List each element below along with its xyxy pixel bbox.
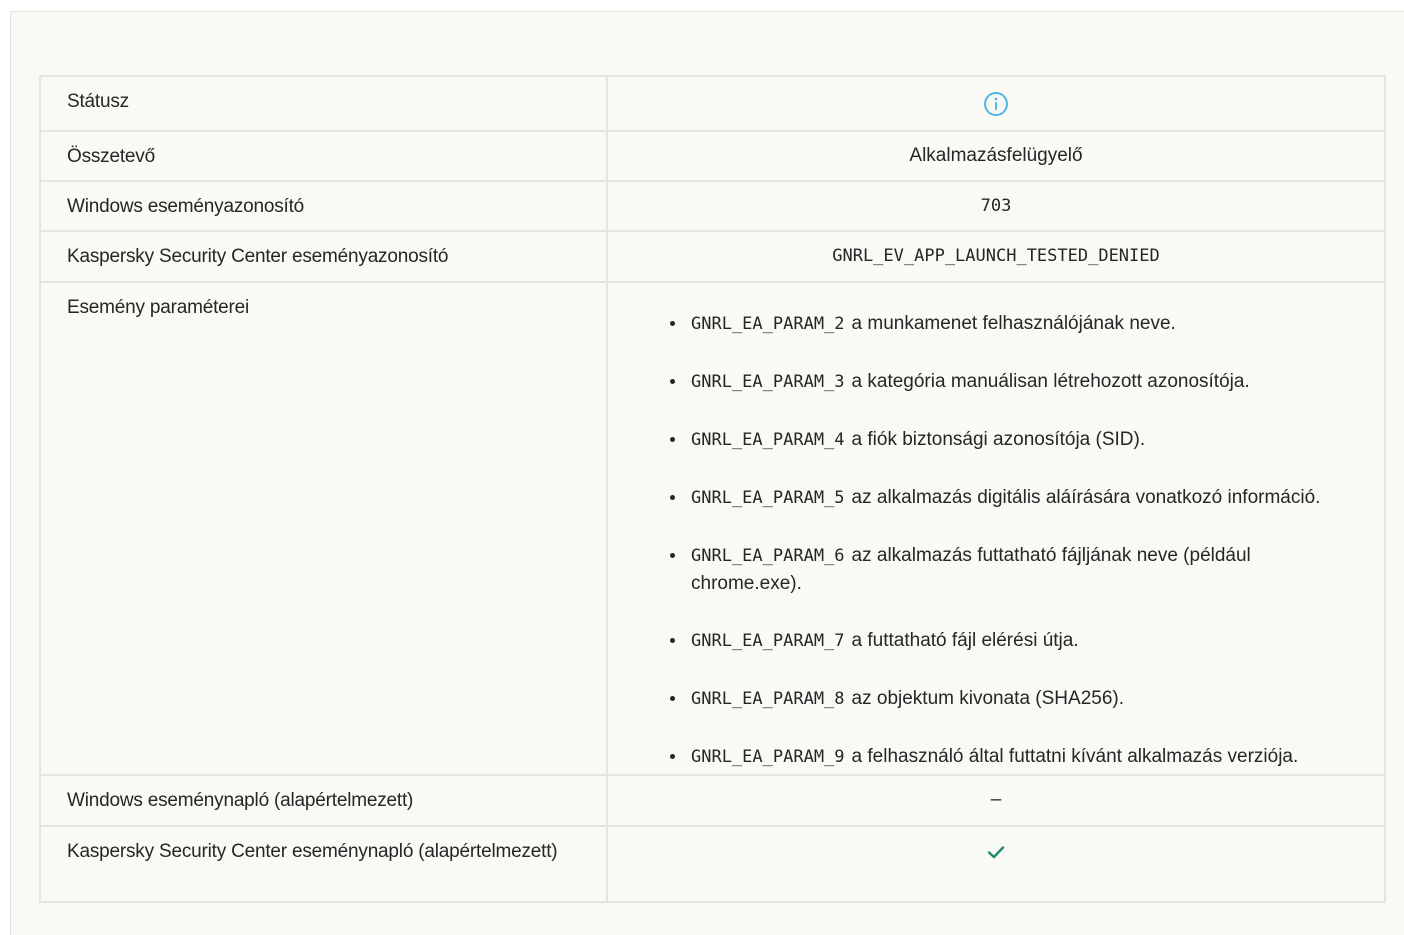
list-item: GNRL_EA_PARAM_4 a fiók biztonsági azonosí… <box>665 426 1364 454</box>
param-list: GNRL_EA_PARAM_2 a munkamenet felhasználój… <box>628 295 1364 771</box>
bullet-icon <box>670 437 675 442</box>
row-label-status: Státusz <box>39 75 608 132</box>
param-text: az objektum kivonata (SHA256). <box>851 688 1124 709</box>
param-code: GNRL_EA_PARAM_3 <box>691 372 845 392</box>
table-row-status: Státusz <box>39 75 1386 132</box>
list-item: GNRL_EA_PARAM_8 az objektum kivonata (SHA… <box>665 685 1364 713</box>
param-text: a munkamenet felhasználójának neve. <box>851 313 1176 334</box>
row-label-event-params: Esemény paraméterei <box>39 281 608 776</box>
table-row-windows-log: Windows eseménynapló (alapértelmezett) – <box>39 774 1386 827</box>
row-value-ksc-log <box>606 825 1386 903</box>
param-text: a kategória manuálisan létrehozott azono… <box>851 371 1250 392</box>
row-label-ksc-event-id: Kaspersky Security Center eseményazonosí… <box>39 230 608 283</box>
row-value-windows-log: – <box>606 774 1386 827</box>
param-text: a futtatható fájl elérési útja. <box>851 630 1079 651</box>
row-value-ksc-event-id: GNRL_EV_APP_LAUNCH_TESTED_DENIED <box>606 230 1386 283</box>
list-item: GNRL_EA_PARAM_3 a kategória manuálisan lé… <box>665 368 1364 396</box>
bullet-icon <box>670 696 675 701</box>
param-code: GNRL_EA_PARAM_4 <box>691 430 845 450</box>
row-label-component: Összetevő <box>39 130 608 182</box>
param-code: GNRL_EA_PARAM_7 <box>691 631 845 651</box>
bullet-icon <box>670 321 675 326</box>
list-item: GNRL_EA_PARAM_7 a futtatható fájl elérési… <box>665 627 1364 655</box>
table-row-windows-event-id: Windows eseményazonosító 703 <box>39 180 1386 232</box>
param-code: GNRL_EA_PARAM_9 <box>691 747 845 767</box>
row-value-windows-event-id: 703 <box>606 180 1386 232</box>
content-panel: Státusz Összetevő Alkalmazásfelügyelő Wi… <box>10 11 1404 935</box>
table-row-ksc-log: Kaspersky Security Center eseménynapló (… <box>39 825 1386 903</box>
list-item: GNRL_EA_PARAM_6 az alkalmazás futtatható … <box>665 542 1364 597</box>
bullet-icon <box>670 495 675 500</box>
list-item: GNRL_EA_PARAM_2 a munkamenet felhasználój… <box>665 310 1364 338</box>
bullet-icon <box>670 379 675 384</box>
bullet-icon <box>670 638 675 643</box>
list-item: GNRL_EA_PARAM_5 az alkalmazás digitális a… <box>665 484 1364 512</box>
list-item: GNRL_EA_PARAM_9 a felhasználó által futta… <box>665 743 1364 771</box>
table-row-ksc-event-id: Kaspersky Security Center eseményazonosí… <box>39 230 1386 283</box>
bullet-icon <box>670 754 675 759</box>
param-text: a fiók biztonsági azonosítója (SID). <box>851 429 1146 450</box>
event-details-table: Státusz Összetevő Alkalmazásfelügyelő Wi… <box>39 75 1386 903</box>
row-value-status <box>606 75 1386 132</box>
param-text: az alkalmazás digitális aláírására vonat… <box>851 487 1321 508</box>
row-label-ksc-log: Kaspersky Security Center eseménynapló (… <box>39 825 608 903</box>
param-text: a felhasználó által futtatni kívánt alka… <box>851 746 1299 767</box>
row-label-windows-event-id: Windows eseményazonosító <box>39 180 608 232</box>
check-icon <box>985 841 1007 870</box>
info-icon <box>983 91 1009 124</box>
bullet-icon <box>670 553 675 558</box>
param-code: GNRL_EA_PARAM_8 <box>691 689 845 709</box>
row-value-event-params: GNRL_EA_PARAM_2 a munkamenet felhasználój… <box>606 281 1386 776</box>
param-code: GNRL_EA_PARAM_5 <box>691 488 845 508</box>
row-label-windows-log: Windows eseménynapló (alapértelmezett) <box>39 774 608 827</box>
param-code: GNRL_EA_PARAM_6 <box>691 546 845 566</box>
param-code: GNRL_EA_PARAM_2 <box>691 314 845 334</box>
table-row-component: Összetevő Alkalmazásfelügyelő <box>39 130 1386 182</box>
row-value-component: Alkalmazásfelügyelő <box>606 130 1386 182</box>
table-row-event-params: Esemény paraméterei GNRL_EA_PARAM_2 a mun… <box>39 281 1386 776</box>
